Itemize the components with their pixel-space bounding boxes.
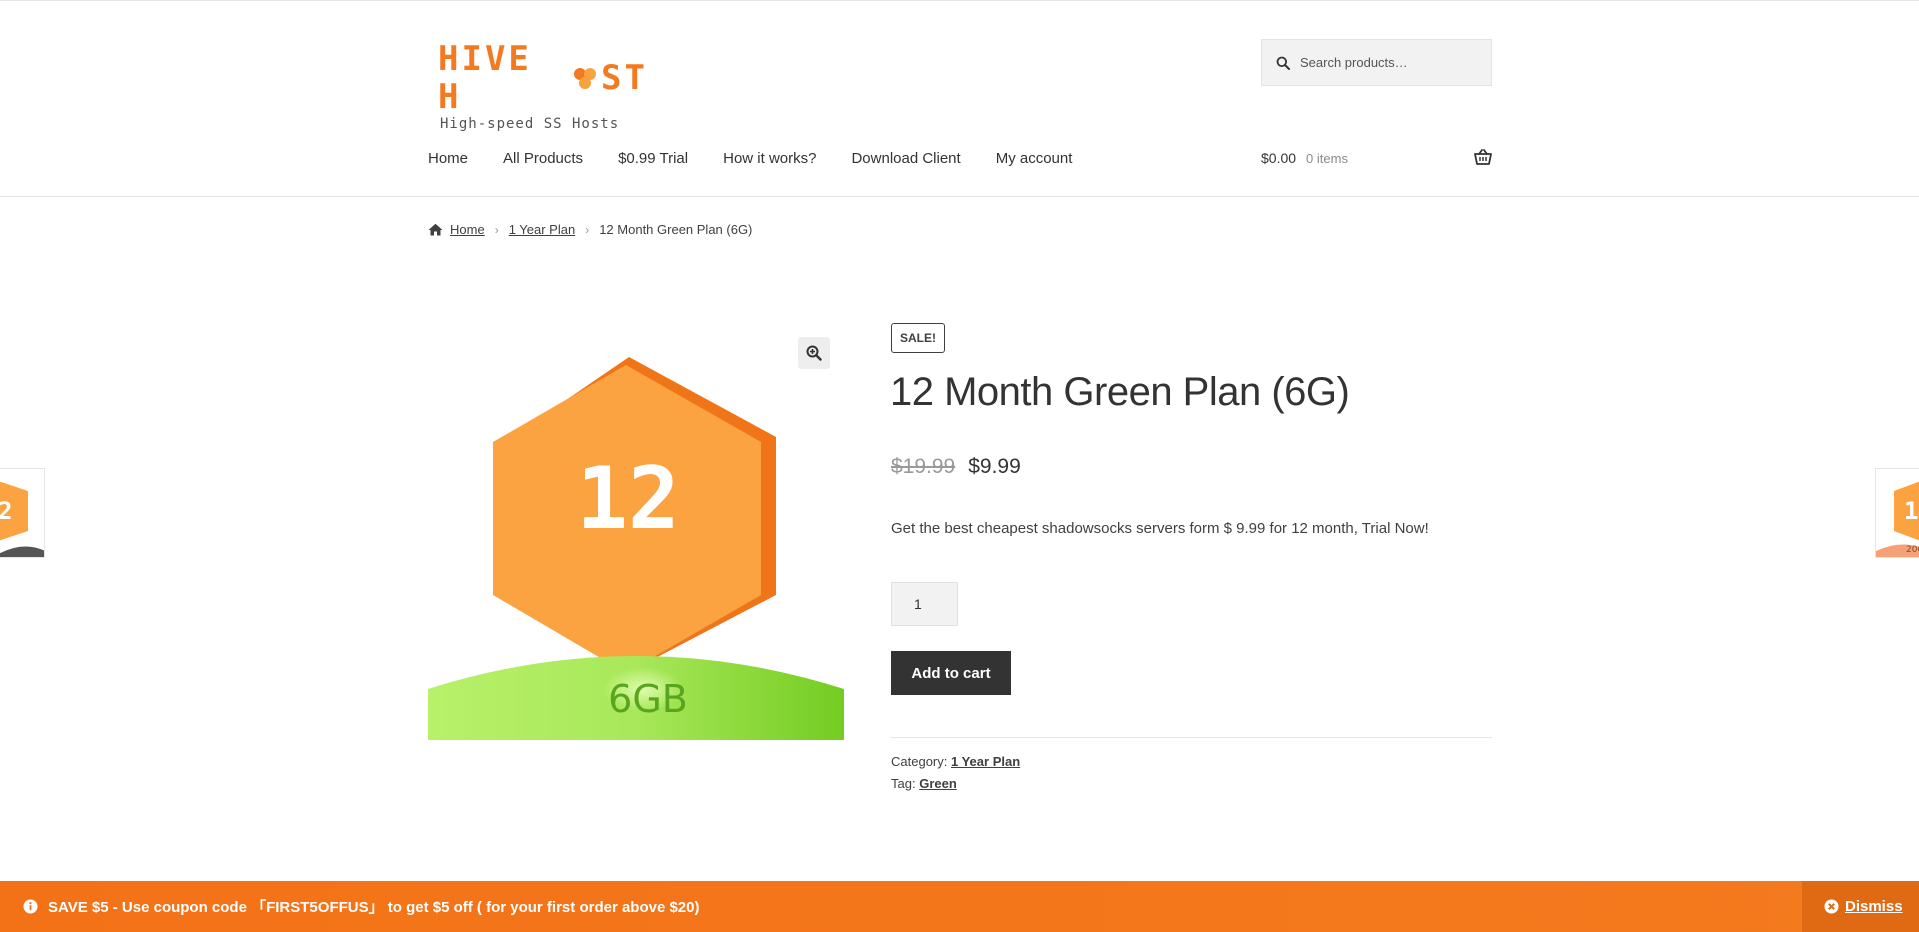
basket-icon xyxy=(1474,149,1492,165)
cart-amount: $0.00 xyxy=(1261,150,1297,166)
product-description: Get the best cheapest shadowsocks server… xyxy=(891,520,1429,537)
previous-product-number: 2 xyxy=(0,497,12,525)
honeycomb-logo-icon xyxy=(570,63,600,93)
sale-badge: Sale! xyxy=(891,323,945,353)
breadcrumb-home[interactable]: Home xyxy=(450,222,485,237)
product-category: Category: 1 Year Plan xyxy=(891,754,1020,769)
product-image-number: 12 xyxy=(576,449,680,549)
dismiss-link[interactable]: Dismiss xyxy=(1845,898,1903,915)
category-link[interactable]: 1 Year Plan xyxy=(951,754,1020,769)
nav-trial[interactable]: $0.99 Trial xyxy=(618,150,688,167)
breadcrumb-separator-icon: › xyxy=(494,222,499,237)
product-title: 12 Month Green Plan (6G) xyxy=(890,370,1350,414)
nav-download-client[interactable]: Download Client xyxy=(851,150,960,167)
previous-product-link[interactable]: 2 xyxy=(0,468,45,558)
store-notice: SAVE $5 - Use coupon code 「FIRST5OFFUS」 … xyxy=(0,881,1919,932)
product-image[interactable]: 12 6GB xyxy=(428,337,844,740)
nav-home[interactable]: Home xyxy=(428,150,468,167)
close-icon xyxy=(1824,899,1839,914)
product-price: $19.99 $9.99 xyxy=(891,455,1021,479)
nav-how-it-works[interactable]: How it works? xyxy=(723,150,816,167)
site-logo[interactable]: HIVE H ST High-speed SS Hosts xyxy=(438,40,648,132)
add-to-cart-button[interactable]: Add to cart xyxy=(891,651,1011,695)
breadcrumb: Home › 1 Year Plan › 12 Month Green Plan… xyxy=(428,222,752,237)
cart-count: 0 items xyxy=(1306,150,1348,166)
logo-title-left: HIVE H xyxy=(438,39,532,117)
header-divider xyxy=(0,196,1919,197)
zoom-button[interactable] xyxy=(798,337,830,369)
search-box[interactable] xyxy=(1261,39,1492,86)
breadcrumb-category[interactable]: 1 Year Plan xyxy=(509,222,576,237)
category-label: Category: xyxy=(891,754,948,769)
product-image-capacity: 6GB xyxy=(608,677,688,721)
next-product-number: 1 xyxy=(1904,497,1919,525)
tag-link[interactable]: Green xyxy=(919,776,957,791)
price-new: $9.99 xyxy=(968,455,1021,478)
nav-all-products[interactable]: All Products xyxy=(503,150,583,167)
info-icon xyxy=(23,899,38,914)
breadcrumb-current: 12 Month Green Plan (6G) xyxy=(599,222,753,237)
nav-my-account[interactable]: My account xyxy=(996,150,1073,167)
search-input[interactable] xyxy=(1300,55,1480,70)
search-icon xyxy=(1276,56,1290,70)
logo-title: HIVE H ST xyxy=(438,40,648,116)
dismiss-area[interactable]: Dismiss xyxy=(1802,881,1919,932)
primary-navigation: Home All Products $0.99 Trial How it wor… xyxy=(428,146,1107,170)
zoom-in-icon xyxy=(806,345,822,361)
price-old: $19.99 xyxy=(891,455,956,478)
home-icon xyxy=(428,223,443,236)
notice-text: SAVE $5 - Use coupon code 「FIRST5OFFUS」 … xyxy=(48,899,700,916)
breadcrumb-separator-icon: › xyxy=(585,222,590,237)
next-product-link[interactable]: 1 20G xyxy=(1875,468,1919,558)
product-tag: Tag: Green xyxy=(891,776,957,791)
header-cart[interactable]: $0.00 0 items xyxy=(1261,146,1492,170)
logo-subtitle: High-speed SS Hosts xyxy=(440,116,620,132)
logo-title-right: ST xyxy=(601,58,648,98)
next-product-caption: 20G xyxy=(1906,545,1919,555)
meta-divider xyxy=(891,737,1492,738)
tag-label: Tag: xyxy=(891,776,916,791)
quantity-input[interactable] xyxy=(891,582,958,626)
top-border xyxy=(0,0,1919,1)
